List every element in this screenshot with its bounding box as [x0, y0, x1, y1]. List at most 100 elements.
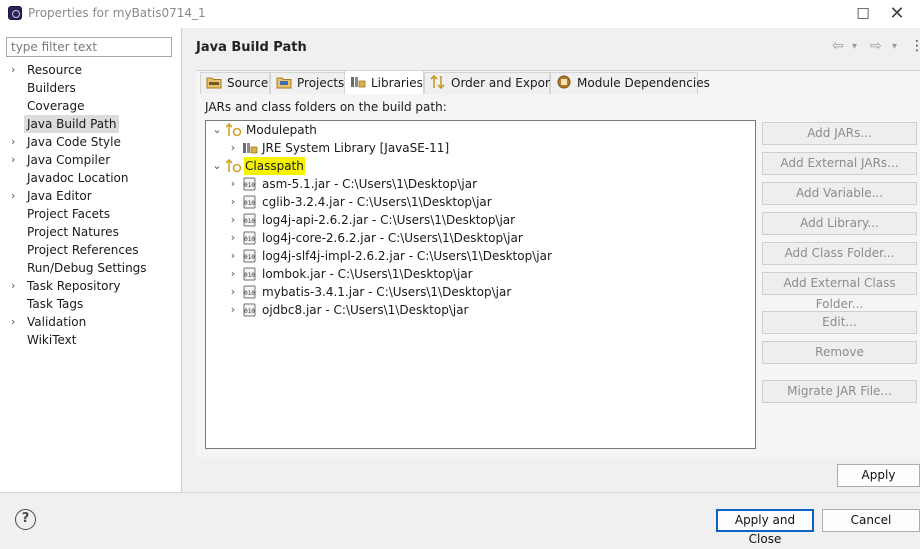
nav-item-label: WikiText	[27, 333, 77, 347]
chevron-right-icon[interactable]: ›	[227, 175, 239, 193]
tree-node-jar[interactable]: › 010 cglib-3.2.4.jar - C:\Users\1\Desktop…	[206, 193, 755, 211]
nav-item-javadoc-location[interactable]: Javadoc Location	[0, 169, 181, 187]
chevron-right-icon[interactable]: ›	[227, 211, 239, 229]
chevron-right-icon[interactable]: ›	[11, 277, 21, 295]
tab-label: Libraries	[371, 76, 423, 90]
tree-node-modulepath[interactable]: ⌄ Modulepath	[206, 121, 755, 139]
nav-item-project-references[interactable]: Project References	[0, 241, 181, 259]
nav-item-resource[interactable]: › Resource	[0, 61, 181, 79]
tree-label: JRE System Library [JavaSE-11]	[262, 141, 450, 155]
tree-label: asm-5.1.jar - C:\Users\1\Desktop\jar	[262, 177, 478, 191]
chevron-right-icon[interactable]: ›	[227, 193, 239, 211]
svg-text:010: 010	[244, 236, 255, 243]
remove-button[interactable]: Remove	[762, 341, 917, 364]
tree-node-jar[interactable]: › 010 lombok.jar - C:\Users\1\Desktop\jar	[206, 265, 755, 283]
apply-button[interactable]: Apply	[837, 464, 920, 487]
back-dropdown-icon[interactable]: ▾	[852, 41, 857, 52]
add-jars-button[interactable]: Add JARs...	[762, 122, 917, 145]
expand-toggle-icon[interactable]: ⌄	[211, 157, 223, 175]
nav-item-task-repository[interactable]: › Task Repository	[0, 277, 181, 295]
nav-item-label: Java Editor	[27, 189, 92, 203]
chevron-right-icon[interactable]: ›	[227, 283, 239, 301]
chevron-right-icon[interactable]: ›	[11, 133, 21, 151]
libraries-icon	[351, 77, 366, 88]
tree-node-jar[interactable]: › 010 log4j-slf4j-impl-2.6.2.jar - C:\User…	[206, 247, 755, 265]
expand-toggle-icon[interactable]: ⌄	[211, 121, 223, 139]
view-menu-icon[interactable]: ⋮	[910, 38, 920, 54]
add-variable-button[interactable]: Add Variable...	[762, 182, 917, 205]
tree-label: lombok.jar - C:\Users\1\Desktop\jar	[262, 267, 473, 281]
nav-item-java-editor[interactable]: › Java Editor	[0, 187, 181, 205]
tab-order-and-export[interactable]: Order and Export	[424, 72, 555, 94]
back-arrow-icon[interactable]: ⇦	[832, 38, 844, 54]
migrate-jar-button[interactable]: Migrate JAR File...	[762, 380, 917, 403]
chevron-right-icon[interactable]: ›	[11, 187, 21, 205]
tree-label: log4j-api-2.6.2.jar - C:\Users\1\Desktop…	[262, 213, 516, 227]
tree-node-jar[interactable]: › 010 ojdbc8.jar - C:\Users\1\Desktop\jar	[206, 301, 755, 319]
nav-item-label: Task Tags	[27, 297, 84, 311]
nav-item-wikitext[interactable]: WikiText	[0, 331, 181, 349]
chevron-right-icon[interactable]: ›	[11, 61, 21, 79]
tree-node-classpath[interactable]: ⌄ Classpath	[206, 157, 755, 175]
nav-item-task-tags[interactable]: Task Tags	[0, 295, 181, 313]
close-icon[interactable]: ✕	[874, 0, 920, 28]
jar-file-icon: 010	[243, 285, 256, 299]
nav-item-java-build-path[interactable]: Java Build Path	[0, 115, 181, 133]
tree-node-jar[interactable]: › 010 asm-5.1.jar - C:\Users\1\Desktop\jar	[206, 175, 755, 193]
apply-and-close-button[interactable]: Apply and Close	[716, 509, 814, 546]
chevron-right-icon[interactable]: ›	[227, 229, 239, 247]
filter-input[interactable]	[6, 37, 172, 57]
help-icon[interactable]: ?	[15, 509, 36, 530]
cancel-button[interactable]: Cancel	[822, 509, 920, 532]
jar-file-icon: 010	[243, 213, 256, 227]
tree-node-jar[interactable]: › 010 mybatis-3.4.1.jar - C:\Users\1\Deskt…	[206, 283, 755, 301]
projects-icon	[276, 77, 292, 89]
nav-item-label: Java Build Path	[24, 115, 120, 133]
nav-item-coverage[interactable]: Coverage	[0, 97, 181, 115]
nav-item-label: Javadoc Location	[27, 171, 129, 185]
nav-item-validation[interactable]: › Validation	[0, 313, 181, 331]
nav-item-run-debug-settings[interactable]: Run/Debug Settings	[0, 259, 181, 277]
tab-libraries[interactable]: Libraries	[344, 70, 424, 94]
list-caption: JARs and class folders on the build path…	[205, 100, 447, 114]
nav-item-java-code-style[interactable]: › Java Code Style	[0, 133, 181, 151]
nav-item-label: Project Facets	[27, 207, 110, 221]
tree-node-jar[interactable]: › 010 log4j-api-2.6.2.jar - C:\Users\1\Des…	[206, 211, 755, 229]
add-library-button[interactable]: Add Library...	[762, 212, 917, 235]
add-external-jars-button[interactable]: Add External JARs...	[762, 152, 917, 175]
tab-module-dependencies[interactable]: Module Dependencies	[550, 72, 710, 94]
add-class-folder-button[interactable]: Add Class Folder...	[762, 242, 917, 265]
chevron-right-icon[interactable]: ›	[227, 301, 239, 319]
nav-item-label: Project Natures	[27, 225, 119, 239]
nav-item-project-natures[interactable]: Project Natures	[0, 223, 181, 241]
chevron-right-icon[interactable]: ›	[11, 151, 21, 169]
edit-button[interactable]: Edit...	[762, 311, 917, 334]
nav-item-label: Validation	[27, 315, 87, 329]
add-external-class-folder-button[interactable]: Add External Class Folder...	[762, 272, 917, 311]
window-title: Properties for myBatis0714_1	[28, 6, 206, 20]
jar-file-icon: 010	[243, 195, 256, 209]
forward-dropdown-icon[interactable]: ▾	[892, 41, 897, 52]
nav-item-label: Coverage	[27, 99, 85, 113]
tree-node-jre-system-library[interactable]: › JRE System Library [JavaSE-11]	[206, 139, 755, 157]
tab-label: Module Dependencies	[577, 76, 710, 90]
tab-source[interactable]: Source	[200, 72, 270, 94]
forward-arrow-icon[interactable]: ⇨	[870, 38, 882, 54]
expand-toggle-icon[interactable]: ›	[227, 139, 239, 157]
chevron-right-icon[interactable]: ›	[227, 247, 239, 265]
tab-projects[interactable]: Projects	[270, 72, 345, 94]
chevron-right-icon[interactable]: ›	[227, 265, 239, 283]
nav-item-label: Resource	[27, 63, 83, 77]
nav-tree: › Resource Builders Coverage Java Build Path…	[0, 61, 181, 349]
nav-item-label: Java Compiler	[27, 153, 111, 167]
jar-file-icon: 010	[243, 231, 256, 245]
title-bar: Properties for myBatis0714_1 ☐ ✕	[0, 0, 920, 28]
tree-label: Modulepath	[246, 123, 317, 137]
nav-item-builders[interactable]: Builders	[0, 79, 181, 97]
nav-item-project-facets[interactable]: Project Facets	[0, 205, 181, 223]
tree-node-jar[interactable]: › 010 log4j-core-2.6.2.jar - C:\Users\1\De…	[206, 229, 755, 247]
build-path-tree[interactable]: ⌄ Modulepath › JRE System Library [JavaS…	[205, 120, 756, 449]
nav-item-java-compiler[interactable]: › Java Compiler	[0, 151, 181, 169]
jre-library-icon	[243, 143, 258, 154]
chevron-right-icon[interactable]: ›	[11, 313, 21, 331]
